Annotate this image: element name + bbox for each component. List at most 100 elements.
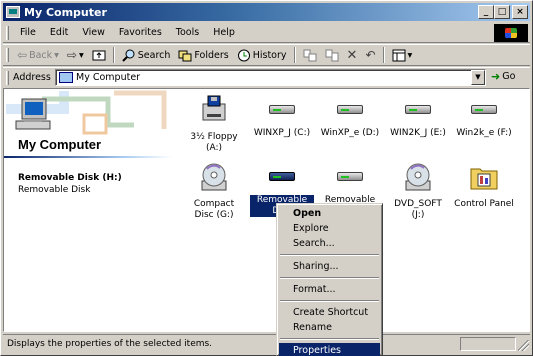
search-button[interactable]: Search [118,46,175,64]
search-icon [122,49,135,62]
toolbar-grip[interactable] [6,48,9,62]
ctx-properties[interactable]: Properties [279,343,380,356]
drive-cd-g[interactable]: Compact Disc (G:) [182,161,246,221]
folders-icon [178,50,192,61]
drive-label: Control Panel [454,199,514,209]
ctx-format[interactable]: Format... [279,282,380,297]
drive-dvd-j[interactable]: DVD_SOFT (J:) [386,161,450,221]
ctx-open[interactable]: Open [279,206,380,221]
selected-item-type: Removable Disk [18,185,91,195]
control-panel-folder[interactable]: Control Panel [452,161,516,210]
menu-tools[interactable]: Tools [169,27,206,38]
delete-button[interactable]: ✕ [343,46,362,64]
drive-f[interactable]: Win2k_e (F:) [452,94,516,139]
menu-view[interactable]: View [75,27,112,38]
my-computer-banner-icon [4,89,174,137]
back-arrow-icon: ⇦ [17,48,28,62]
ctx-sharing[interactable]: Sharing... [279,259,380,274]
drive-removable-i[interactable]: Removable [318,161,382,206]
move-to-icon [303,49,317,61]
menu-favorites[interactable]: Favorites [112,27,169,38]
title-bar[interactable]: My Computer _ □ × [3,3,530,21]
drive-label: Win2k_e (F:) [456,128,512,138]
floppy-drive-icon [202,95,226,121]
toolbar-separator [293,47,296,63]
windows-logo-icon [494,24,528,42]
ctx-separator [280,254,379,256]
history-label: History [252,49,287,61]
resize-grip-icon[interactable] [518,340,529,351]
back-button[interactable]: ⇦ Back ▾ [13,46,63,64]
move-to-button[interactable] [299,46,321,64]
selected-item-name: Removable Disk (H:) [18,173,122,183]
my-computer-small-icon [59,72,73,83]
folders-button[interactable]: Folders [174,46,232,64]
window-controls: _ □ × [478,5,528,19]
drive-label: Compact Disc (G:) [193,199,235,220]
cd-drive-icon [405,163,431,191]
ctx-rename[interactable]: Rename [279,320,380,335]
address-label: Address [13,72,51,83]
ctx-search[interactable]: Search... [279,236,380,251]
views-icon [392,49,405,61]
panel-divider [4,156,172,158]
hard-disk-icon [334,94,366,126]
status-bar: Displays the properties of the selected … [3,334,530,352]
status-pane [460,337,516,351]
removable-disk-icon [334,161,366,193]
up-folder-icon [92,50,106,61]
menu-grip[interactable] [6,25,9,40]
hard-disk-icon [402,94,434,126]
drive-c[interactable]: WINXP_J (C:) [250,94,314,139]
undo-button[interactable]: ↶ [361,46,379,64]
back-dropdown-icon: ▾ [54,49,59,61]
context-menu: Open Explore Search... Sharing... Format… [276,203,383,356]
drive-floppy-a[interactable]: 3½ Floppy (A:) [182,94,246,154]
views-button[interactable]: ▾ [388,46,417,64]
address-input[interactable]: My Computer ▼ [55,69,486,86]
back-label: Back [29,49,53,61]
hard-disk-icon [468,94,500,126]
drive-label: DVD_SOFT (J:) [394,199,442,220]
delete-icon: ✕ [346,47,358,63]
panel-title: My Computer [18,137,102,152]
menu-edit[interactable]: Edit [43,27,75,38]
history-button[interactable]: History [233,46,291,64]
ctx-separator [280,277,379,279]
close-button[interactable]: × [512,5,528,19]
cd-drive-icon [201,163,227,191]
maximize-button[interactable]: □ [494,5,510,19]
views-dropdown-icon: ▾ [407,49,413,61]
go-button[interactable]: ➜ Go [491,70,515,83]
ctx-separator [280,338,379,340]
menu-bar: File Edit View Favorites Tools Help [3,23,530,43]
forward-button[interactable]: ⇨ ▾ [63,46,88,64]
copy-to-button[interactable] [321,46,343,64]
my-computer-icon [6,6,20,18]
undo-icon: ↶ [365,48,376,62]
status-text: Displays the properties of the selected … [7,338,213,349]
address-bar: Address My Computer ▼ ➜ Go [3,67,530,87]
up-button[interactable] [88,46,110,64]
menu-file[interactable]: File [13,27,43,38]
drive-label: 3½ Floppy (A:) [190,132,238,153]
forward-dropdown-icon: ▾ [78,49,84,61]
window-title: My Computer [24,5,107,19]
menu-help[interactable]: Help [206,27,242,38]
address-grip[interactable] [6,70,9,85]
toolbar-separator [112,47,115,63]
address-value: My Computer [76,72,141,83]
drive-d[interactable]: WinXP_e (D:) [318,94,382,139]
ctx-separator [280,300,379,302]
ctx-create-shortcut[interactable]: Create Shortcut [279,305,380,320]
go-arrow-icon: ➜ [491,70,501,83]
drive-label: WINXP_J (C:) [253,128,311,138]
ctx-explore[interactable]: Explore [279,221,380,236]
address-dropdown-button[interactable]: ▼ [471,70,485,85]
folders-label: Folders [194,49,229,61]
drive-label: WIN2K_J (E:) [390,128,446,138]
my-computer-window: My Computer _ □ × File Edit View Favorit… [0,0,533,356]
control-panel-folder-icon [470,168,498,190]
drive-e[interactable]: WIN2K_J (E:) [386,94,450,139]
minimize-button[interactable]: _ [478,5,494,19]
